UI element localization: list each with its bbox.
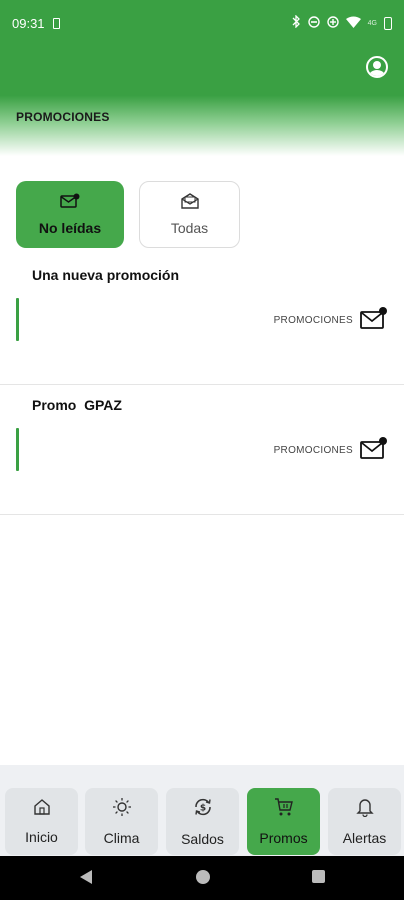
system-nav-bar <box>0 856 404 900</box>
filter-unread-label: No leídas <box>38 220 102 236</box>
data-saver-icon <box>326 15 339 31</box>
nav-label: Clima <box>103 830 140 846</box>
bottom-nav: Inicio Clima $ Saldos Promos Alertas <box>0 765 404 856</box>
promotion-title: Una nueva promoción <box>32 267 180 283</box>
promotion-title: Promo GPAZ <box>32 397 122 413</box>
promotion-category: PROMOCIONES <box>273 315 353 326</box>
status-right: 4G <box>292 14 392 31</box>
nav-label: Inicio <box>25 829 58 845</box>
home-circle-icon[interactable] <box>196 870 210 884</box>
nav-item-saldos[interactable]: $ Saldos <box>166 788 239 855</box>
promotion-accent-bar <box>16 428 19 471</box>
account-circle-icon[interactable] <box>366 56 388 78</box>
home-icon <box>33 798 51 819</box>
filter-all-label: Todas <box>170 220 209 236</box>
do-not-disturb-icon <box>307 15 320 31</box>
nav-item-alertas[interactable]: Alertas <box>328 788 401 855</box>
network-label: 4G <box>367 19 377 27</box>
recent-apps-icon[interactable] <box>312 870 325 883</box>
dollar-refresh-icon: $ <box>192 796 214 821</box>
nav-label: Saldos <box>181 831 224 847</box>
nav-item-clima[interactable]: Clima <box>85 788 158 855</box>
filter-unread-button[interactable]: No leídas <box>16 181 124 248</box>
nav-item-inicio[interactable]: Inicio <box>5 788 78 855</box>
wifi-icon <box>345 16 361 31</box>
svg-text:$: $ <box>199 804 205 814</box>
bluetooth-icon <box>292 14 301 31</box>
sim-card-icon <box>52 17 60 29</box>
page-title: PROMOCIONES <box>16 110 110 124</box>
status-time: 09:31 <box>12 15 45 31</box>
mail-open-icon <box>180 193 200 212</box>
battery-icon <box>384 16 392 30</box>
nav-label: Alertas <box>342 830 387 846</box>
promotion-item[interactable]: Una nueva promoción PROMOCIONES <box>0 255 404 385</box>
header: PROMOCIONES <box>0 46 404 156</box>
promotion-item[interactable]: Promo GPAZ PROMOCIONES <box>0 385 404 515</box>
mail-unread-icon <box>360 436 388 460</box>
back-icon[interactable] <box>80 870 92 884</box>
status-bar: 09:31 4G <box>0 0 404 46</box>
cart-icon <box>274 797 294 820</box>
promotion-category: PROMOCIONES <box>273 445 353 456</box>
mail-unread-icon <box>60 193 80 212</box>
bell-icon <box>355 797 374 820</box>
nav-label: Promos <box>259 830 308 846</box>
sun-icon <box>112 797 132 820</box>
mail-unread-icon <box>360 306 388 330</box>
filter-all-button[interactable]: Todas <box>139 181 240 248</box>
promotion-accent-bar <box>16 298 19 341</box>
nav-item-promos[interactable]: Promos <box>247 788 320 855</box>
status-left: 09:31 <box>12 16 60 31</box>
